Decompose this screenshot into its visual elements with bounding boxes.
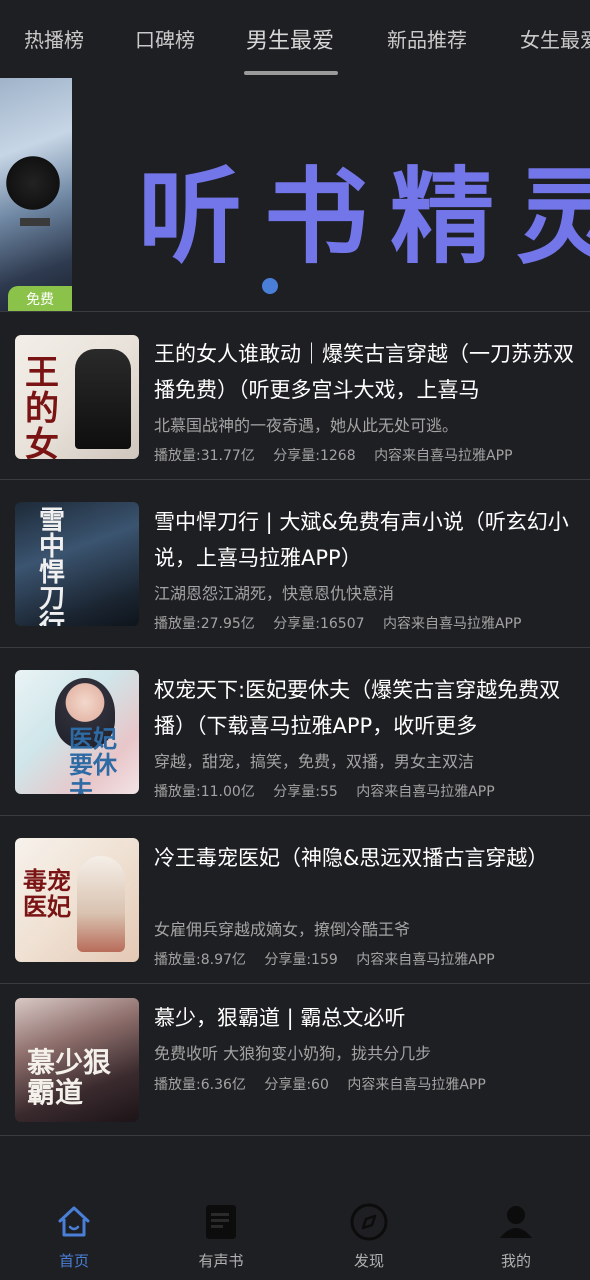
nav-profile[interactable]: 我的 xyxy=(466,1180,566,1280)
list-item[interactable]: 毒宠医妃 冷王毒宠医妃（神隐&思远双播古言穿越） 女雇佣兵穿越成嫡女，撩倒冷酷王… xyxy=(0,816,590,984)
share-count: 分享量:55 xyxy=(273,784,338,800)
nav-discover-label: 发现 xyxy=(353,1252,384,1270)
nav-home[interactable]: 首页 xyxy=(24,1180,124,1280)
promo-banner[interactable]: 免费 听书精灵 xyxy=(0,78,590,312)
book-stats: 播放量:6.36亿 分享量:60 内容来自喜马拉雅APP xyxy=(154,1074,500,1094)
nav-audiobook[interactable]: 有声书 xyxy=(171,1180,271,1280)
banner-title: 听书精灵 xyxy=(138,155,590,278)
source-label: 内容来自喜马拉雅APP xyxy=(356,952,495,968)
book-stats: 播放量:31.77亿 分享量:1268 内容来自喜马拉雅APP xyxy=(154,445,527,465)
carousel-indicator xyxy=(262,278,278,294)
audiobook-icon xyxy=(206,1205,236,1239)
tab-female-favorite[interactable]: 女生最爱 xyxy=(520,24,590,53)
book-cover: 王的女人 xyxy=(15,335,139,459)
list-item[interactable]: 雪中悍刀行 雪中悍刀行 | 大斌&免费有声小说（听玄幻小说，上喜马拉雅APP） … xyxy=(0,480,590,648)
book-description: 江湖恩怨江湖死，快意恩仇快意消 xyxy=(154,584,395,603)
play-count: 播放量:27.95亿 xyxy=(154,616,255,632)
play-count: 播放量:6.36亿 xyxy=(154,1077,246,1093)
book-description: 免费收听 大狼狗变小奶狗，拢共分几步 xyxy=(154,1044,432,1063)
free-badge: 免费 xyxy=(8,286,72,312)
source-label: 内容来自喜马拉雅APP xyxy=(347,1077,486,1093)
list-item[interactable]: 医妃要休夫 权宠天下:医妃要休夫（爆笑古言穿越免费双播）（下载喜马拉雅APP，收… xyxy=(0,648,590,816)
share-count: 分享量:159 xyxy=(264,952,338,968)
compass-icon xyxy=(350,1203,388,1241)
banner-artwork xyxy=(0,78,72,312)
source-label: 内容来自喜马拉雅APP xyxy=(356,784,495,800)
book-stats: 播放量:27.95亿 分享量:16507 内容来自喜马拉雅APP xyxy=(154,613,535,633)
book-title: 王的女人谁敢动｜爆笑古言穿越（一刀苏苏双播免费）（听更多宫斗大戏，上喜马 xyxy=(154,342,574,402)
source-label: 内容来自喜马拉雅APP xyxy=(374,448,513,464)
play-count: 播放量:31.77亿 xyxy=(154,448,255,464)
nav-audiobook-label: 有声书 xyxy=(198,1252,244,1270)
bottom-navigation: 首页 有声书 发现 我的 xyxy=(0,1180,590,1280)
source-label: 内容来自喜马拉雅APP xyxy=(382,616,522,632)
list-item[interactable]: 王的女人 王的女人谁敢动｜爆笑古言穿越（一刀苏苏双播免费）（听更多宫斗大戏，上喜… xyxy=(0,312,590,480)
active-tab-indicator xyxy=(244,71,338,75)
book-title: 冷王毒宠医妃（神隐&思远双播古言穿越） xyxy=(154,846,549,870)
book-title: 权宠天下:医妃要休夫（爆笑古言穿越免费双播）（下载喜马拉雅APP，收听更多 xyxy=(154,678,561,738)
book-stats: 播放量:8.97亿 分享量:159 内容来自喜马拉雅APP xyxy=(154,949,509,969)
share-count: 分享量:16507 xyxy=(273,616,365,632)
profile-icon xyxy=(500,1206,532,1238)
home-icon xyxy=(58,1206,90,1237)
play-count: 播放量:11.00亿 xyxy=(154,784,255,800)
book-title: 慕少，狠霸道 | 霸总文必听 xyxy=(154,1006,406,1030)
share-count: 分享量:60 xyxy=(264,1077,329,1093)
list-item[interactable]: 慕少狠霸道 慕少，狠霸道 | 霸总文必听 免费收听 大狼狗变小奶狗，拢共分几步 … xyxy=(0,984,590,1136)
book-cover: 毒宠医妃 xyxy=(15,838,139,962)
nav-profile-label: 我的 xyxy=(500,1252,531,1270)
book-title: 雪中悍刀行 | 大斌&免费有声小说（听玄幻小说，上喜马拉雅APP） xyxy=(154,510,569,570)
category-tabs: 热播榜 口碑榜 男生最爱 新品推荐 女生最爱 xyxy=(0,0,590,78)
nav-home-label: 首页 xyxy=(58,1252,89,1270)
book-description: 穿越，甜宠，搞笑，免费，双播，男女主双洁 xyxy=(154,752,475,771)
book-cover: 雪中悍刀行 xyxy=(15,502,139,626)
nav-discover[interactable]: 发现 xyxy=(319,1180,419,1280)
book-stats: 播放量:11.00亿 分享量:55 内容来自喜马拉雅APP xyxy=(154,781,509,801)
book-cover: 医妃要休夫 xyxy=(15,670,139,794)
book-description: 女雇佣兵穿越成嫡女，撩倒冷酷王爷 xyxy=(154,920,411,939)
play-count: 播放量:8.97亿 xyxy=(154,952,246,968)
share-count: 分享量:1268 xyxy=(273,448,356,464)
tab-hot[interactable]: 热播榜 xyxy=(24,24,84,53)
tab-new-recommend[interactable]: 新品推荐 xyxy=(387,24,467,53)
tab-reputation[interactable]: 口碑榜 xyxy=(135,24,195,53)
book-description: 北慕国战神的一夜奇遇，她从此无处可逃。 xyxy=(154,416,459,435)
tab-male-favorite[interactable]: 男生最爱 xyxy=(246,23,334,55)
book-cover: 慕少狠霸道 xyxy=(15,998,139,1122)
